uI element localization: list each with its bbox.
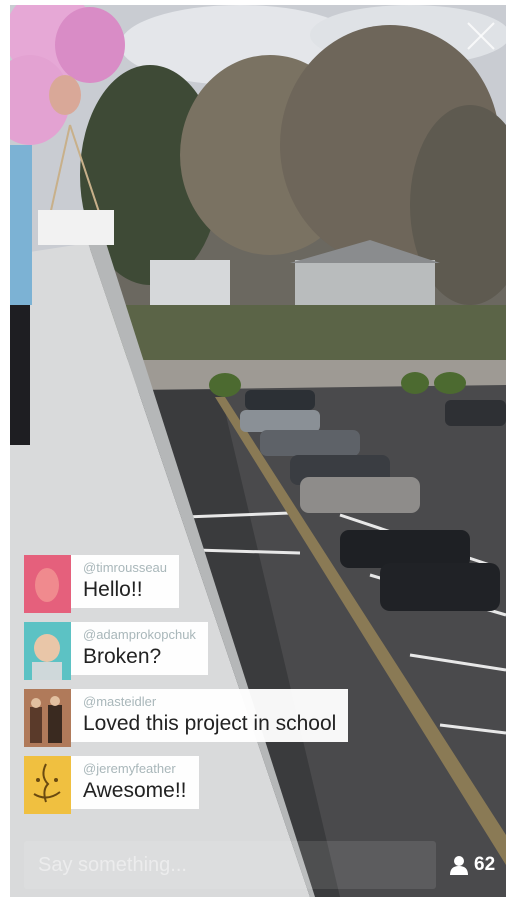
comment-handle[interactable]: @masteidler bbox=[83, 694, 336, 710]
viewer-count[interactable]: 62 bbox=[450, 851, 495, 879]
comment-item: @masteidler Loved this project in school bbox=[24, 689, 424, 747]
comment-bubble: @masteidler Loved this project in school bbox=[71, 689, 349, 742]
comment-handle[interactable]: @adamprokopchuk bbox=[83, 627, 196, 643]
comment-composer[interactable] bbox=[24, 841, 436, 889]
comment-item: @jeremyfeather Awesome!! bbox=[24, 756, 424, 814]
vintage-photo-avatar bbox=[24, 689, 71, 747]
say-something-input[interactable] bbox=[24, 841, 436, 889]
comment-item: @adamprokopchuk Broken? bbox=[24, 622, 424, 680]
finder-face-avatar bbox=[24, 756, 71, 814]
comment-bubble: @jeremyfeather Awesome!! bbox=[71, 756, 199, 809]
comment-handle[interactable]: @jeremyfeather bbox=[83, 761, 187, 777]
comment-bubble: @adamprokopchuk Broken? bbox=[71, 622, 208, 675]
comment-message: Broken? bbox=[83, 645, 162, 668]
comment-handle[interactable]: @timrousseau bbox=[83, 560, 167, 576]
comment-message: Loved this project in school bbox=[83, 712, 337, 735]
comment-message: Awesome!! bbox=[83, 779, 187, 802]
live-video-stream: @timrousseau Hello!! @adamprokopchuk Bro… bbox=[10, 5, 506, 897]
pink-egg-avatar bbox=[24, 555, 71, 613]
comment-message: Hello!! bbox=[83, 578, 143, 601]
person-icon bbox=[450, 856, 468, 875]
comment-bubble: @timrousseau Hello!! bbox=[71, 555, 180, 608]
baby-photo-avatar bbox=[24, 622, 71, 680]
close-icon[interactable] bbox=[464, 19, 498, 53]
viewer-count-label: 62 bbox=[474, 854, 496, 875]
comment-feed: @timrousseau Hello!! @adamprokopchuk Bro… bbox=[24, 555, 424, 823]
comment-item: @timrousseau Hello!! bbox=[24, 555, 424, 613]
